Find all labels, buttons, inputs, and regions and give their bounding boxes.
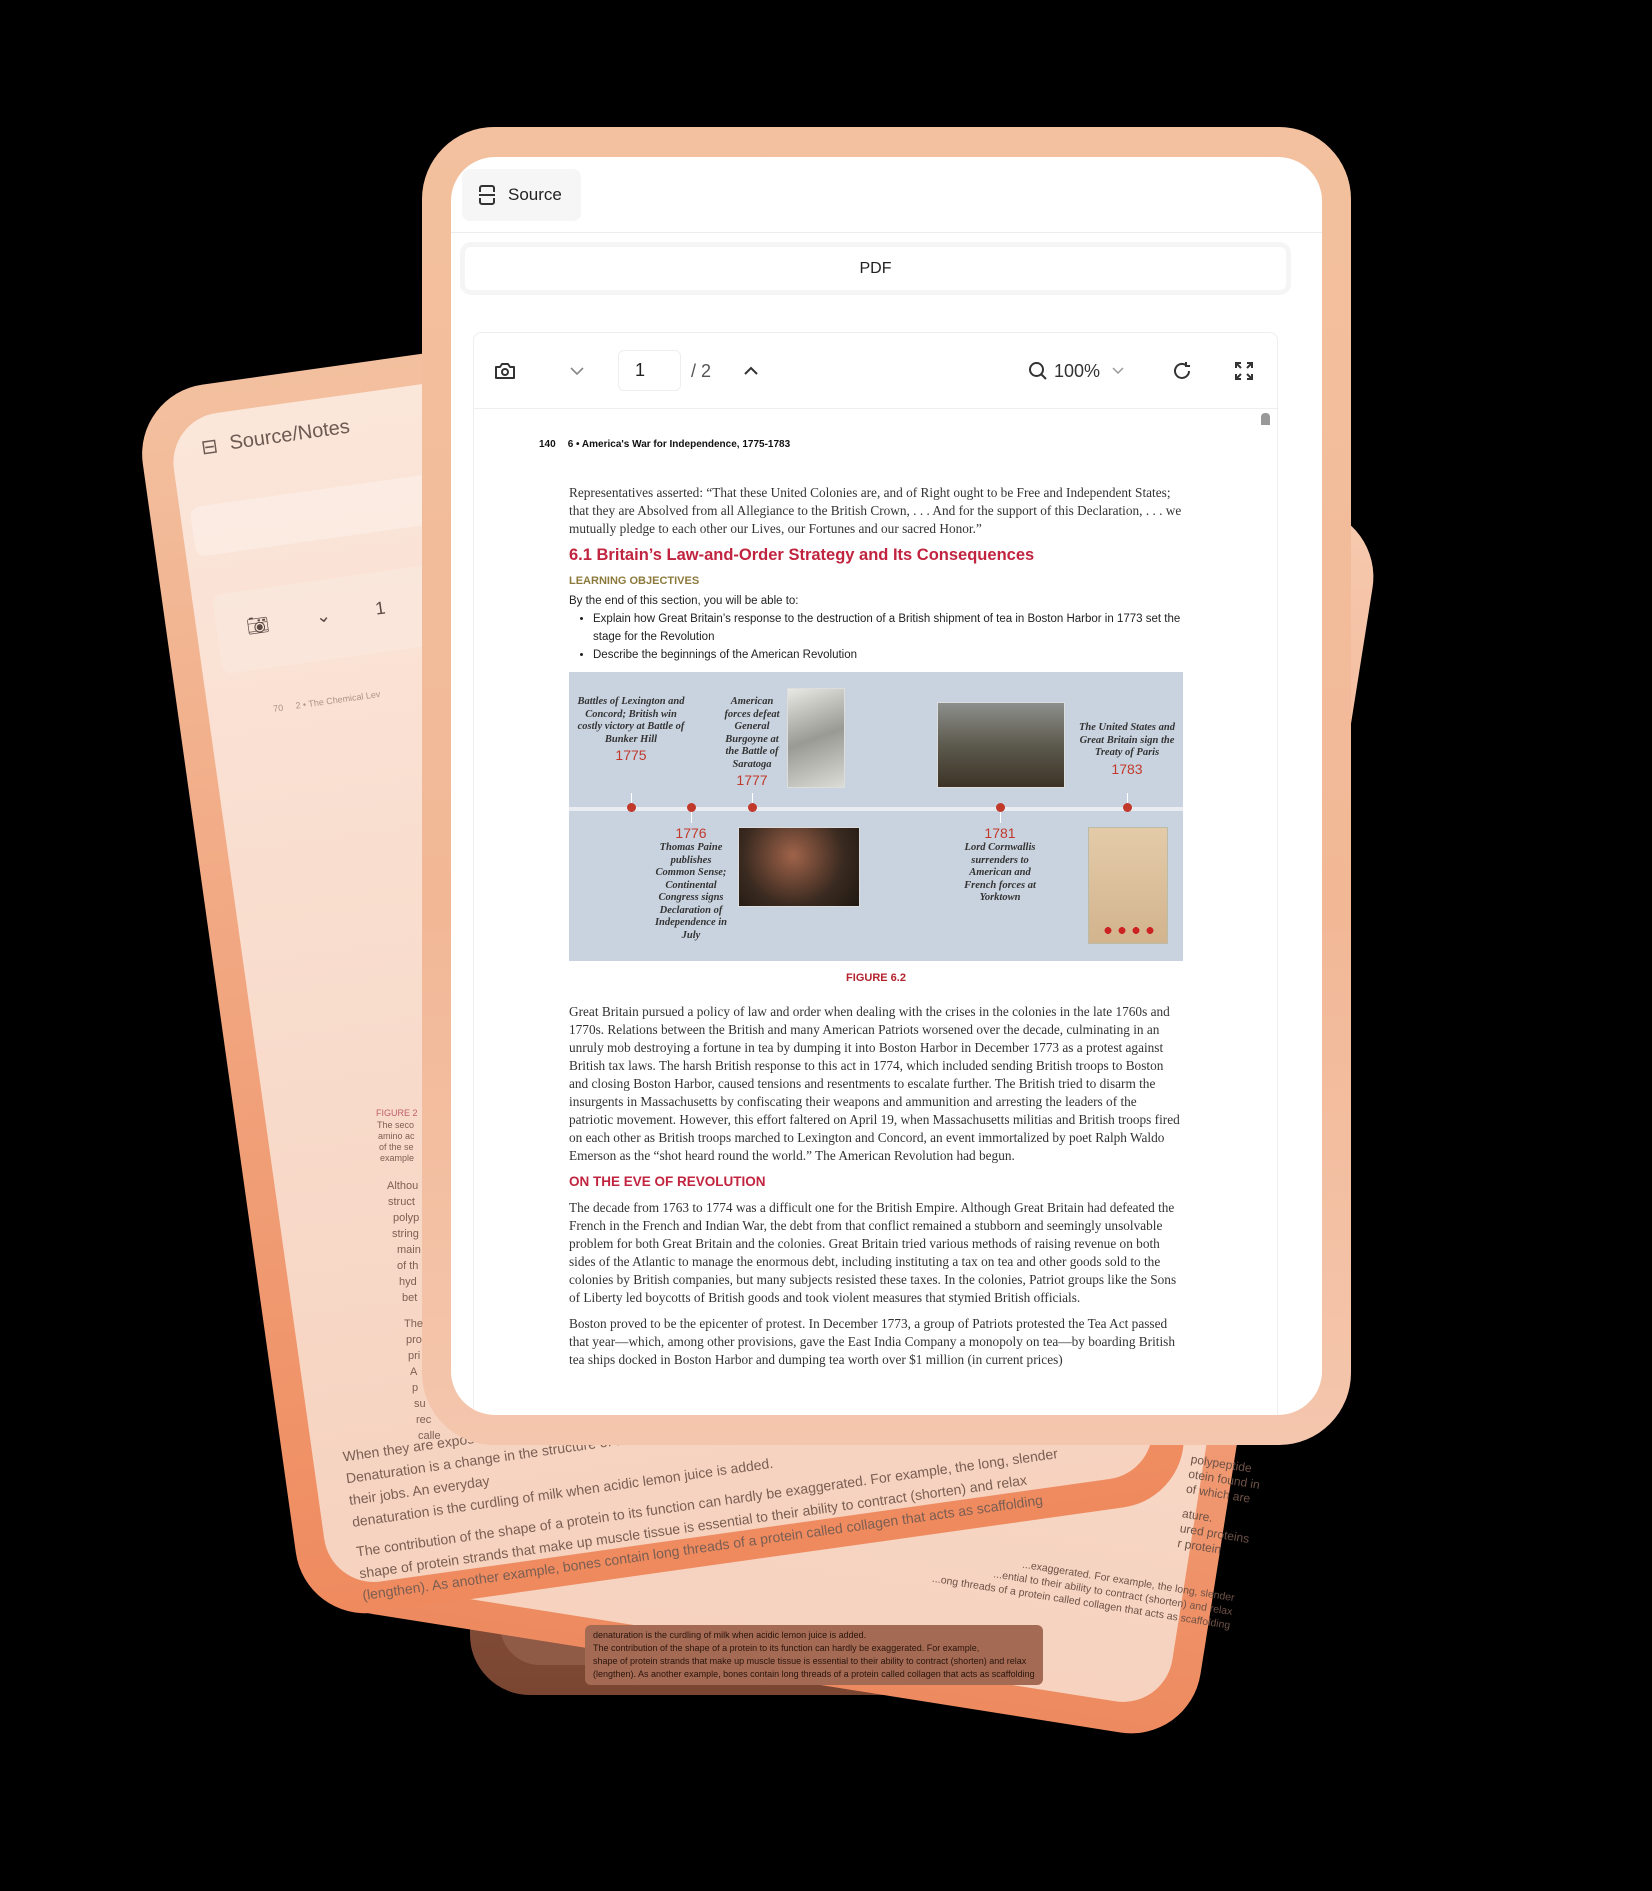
pdf-page: 140 6 • America's War for Independence, 1… bbox=[474, 409, 1277, 1415]
section-title: 6.1 Britain’s Law-and-Order Strategy and… bbox=[569, 546, 1035, 564]
timeline-event: 1776 Thomas Paine publishes Common Sense;… bbox=[654, 825, 728, 941]
objectives-list: Explain how Great Britain’s response to … bbox=[569, 610, 1183, 664]
chevron-up-icon bbox=[744, 366, 758, 375]
tab-label: Source bbox=[508, 185, 562, 204]
pdf-viewer: / 2 100% 1406 • America's War for bbox=[473, 332, 1278, 1415]
chevron-down-icon bbox=[570, 367, 584, 376]
next-page-button[interactable] bbox=[744, 333, 758, 409]
rotate-button[interactable] bbox=[1171, 333, 1193, 409]
chevron-down-icon: ⌄ bbox=[314, 605, 333, 628]
yorktown-image bbox=[937, 702, 1065, 788]
zoom-select[interactable]: 100% bbox=[1028, 333, 1124, 409]
refresh-icon bbox=[1174, 362, 1190, 379]
previous-page-button[interactable] bbox=[570, 333, 584, 409]
objectives-intro: By the end of this section, you will be … bbox=[569, 595, 799, 607]
declaration-image bbox=[738, 827, 860, 907]
treaty-image bbox=[1088, 827, 1168, 944]
background-right-fragments: polypeptide otein found in of which are atu… bbox=[1176, 1452, 1261, 1557]
subheading: ON THE EVE OF REVOLUTION bbox=[569, 1174, 766, 1189]
body-paragraph: The decade from 1763 to 1774 was a diffi… bbox=[569, 1200, 1177, 1305]
main-card: Source PDF / 2 100% bbox=[422, 127, 1351, 1445]
pdf-header: PDF bbox=[465, 247, 1286, 290]
page-content: Representatives asserted: “That these Un… bbox=[569, 484, 1183, 1377]
timeline-event: The United States and Great Britain sign… bbox=[1079, 722, 1175, 777]
intro-paragraph: Representatives asserted: “That these Un… bbox=[569, 485, 1182, 536]
saratoga-image bbox=[787, 688, 845, 788]
timeline-line bbox=[569, 807, 1183, 811]
camera-icon bbox=[495, 363, 515, 379]
chevron-down-icon bbox=[1112, 367, 1124, 375]
fullscreen-button[interactable] bbox=[1234, 333, 1254, 409]
scan-icon: ⊟ bbox=[199, 435, 220, 460]
tab-source[interactable]: Source bbox=[462, 169, 581, 221]
timeline-event: 1781 Lord Cornwallis surrenders to Americ… bbox=[964, 825, 1036, 903]
body-paragraph: Great Britain pursued a policy of law an… bbox=[569, 1004, 1180, 1163]
list-item: Describe the beginnings of the American … bbox=[593, 646, 1183, 664]
list-item: Explain how Great Britain’s response to … bbox=[593, 610, 1183, 646]
body-paragraph: Boston proved to be the epicenter of pro… bbox=[569, 1316, 1175, 1367]
zoom-level: 100% bbox=[1054, 360, 1101, 381]
timeline-event: American forces defeat General Burgoyne … bbox=[724, 696, 780, 788]
page-number-input[interactable] bbox=[618, 350, 681, 391]
camera-icon: 📷︎ bbox=[245, 613, 271, 637]
source-panel: Source PDF / 2 100% bbox=[451, 157, 1322, 1415]
timeline-event: Battles of Lexington and Concord; Britis… bbox=[577, 696, 685, 763]
page-header: 140 6 • America's War for Independence, 1… bbox=[539, 439, 791, 450]
divider bbox=[451, 232, 1322, 233]
screenshot-button[interactable] bbox=[494, 333, 516, 409]
learning-objectives-label: LEARNING OBJECTIVES bbox=[569, 575, 700, 587]
timeline-figure: Battles of Lexington and Concord; Britis… bbox=[569, 672, 1183, 961]
scan-icon bbox=[479, 185, 495, 205]
search-icon bbox=[1029, 362, 1047, 380]
figure-caption: FIGURE 6.2 bbox=[846, 972, 906, 984]
page-total: / 2 bbox=[691, 360, 712, 381]
background-dark-text: denaturation is the curdling of milk whe… bbox=[585, 1625, 1043, 1685]
pdf-toolbar: / 2 100% bbox=[474, 333, 1277, 409]
fullscreen-icon bbox=[1235, 362, 1253, 380]
